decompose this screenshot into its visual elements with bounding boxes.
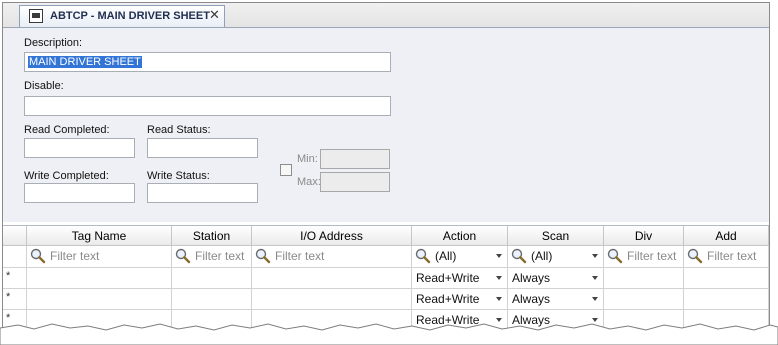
cell-io-address[interactable] [252, 289, 412, 310]
filter-tag-name[interactable]: Filter text [27, 246, 172, 268]
magnifier-icon [255, 248, 271, 264]
sheet-header-form: Description: MAIN DRIVER SHEET Disable: … [3, 28, 769, 222]
cell-scan[interactable]: Always [508, 289, 604, 310]
cell-div[interactable] [604, 289, 684, 310]
write-completed-field[interactable] [24, 183, 135, 203]
magnifier-icon [30, 248, 46, 264]
column-header-station[interactable]: Station [172, 226, 252, 246]
chevron-down-icon[interactable] [494, 270, 505, 286]
column-header-action[interactable]: Action [412, 226, 508, 246]
close-icon[interactable]: ✕ [209, 8, 220, 22]
write-status-label: Write Status: [147, 170, 210, 182]
magnifier-icon [415, 248, 431, 264]
tab-title: ABTCP - MAIN DRIVER SHEET [50, 10, 210, 22]
chevron-down-icon[interactable] [590, 291, 601, 307]
max-label: Max: [297, 176, 321, 188]
tab-main-driver-sheet[interactable]: ABTCP - MAIN DRIVER SHEET ✕ [19, 5, 225, 27]
filter-placeholder: Filter text [195, 249, 245, 263]
cell-tag-name[interactable] [27, 268, 172, 289]
action-value: Read+Write [416, 271, 480, 285]
filter-action[interactable]: (All) [412, 246, 508, 268]
chevron-down-icon[interactable] [590, 270, 601, 286]
filter-div[interactable]: Filter text [604, 246, 684, 268]
tag-grid: Tag Name Station I/O Address Action Scan… [3, 225, 769, 331]
read-status-label: Read Status: [147, 124, 211, 136]
filter-placeholder: Filter text [707, 249, 757, 263]
filter-scan[interactable]: (All) [508, 246, 604, 268]
torn-edge [0, 323, 778, 345]
disable-field[interactable] [24, 96, 391, 116]
row-selector[interactable]: * [3, 268, 27, 289]
new-row-marker: * [6, 291, 11, 303]
cell-tag-name[interactable] [27, 289, 172, 310]
row-header-corner [3, 226, 27, 246]
filter-placeholder: Filter text [627, 249, 677, 263]
new-row-marker: * [6, 270, 11, 282]
column-header-add[interactable]: Add [684, 226, 769, 246]
write-status-field[interactable] [147, 183, 258, 203]
magnifier-icon [607, 248, 623, 264]
cell-action[interactable]: Read+Write [412, 289, 508, 310]
row-selector[interactable]: * [3, 289, 27, 310]
read-completed-field[interactable] [24, 138, 135, 158]
cell-station[interactable] [172, 289, 252, 310]
cell-io-address[interactable] [252, 268, 412, 289]
action-value: Read+Write [416, 292, 480, 306]
write-completed-label: Write Completed: [24, 170, 109, 182]
filter-row-header [3, 246, 27, 268]
read-completed-label: Read Completed: [24, 124, 110, 136]
min-max-checkbox[interactable] [280, 164, 292, 176]
scan-filter-value: (All) [531, 249, 553, 263]
magnifier-icon [511, 248, 527, 264]
cell-add[interactable] [684, 268, 769, 289]
chevron-down-icon[interactable] [590, 248, 601, 264]
cell-action[interactable]: Read+Write [412, 268, 508, 289]
tab-strip: ABTCP - MAIN DRIVER SHEET ✕ [3, 3, 769, 28]
scan-value: Always [512, 271, 551, 285]
filter-station[interactable]: Filter text [172, 246, 252, 268]
column-header-io-address[interactable]: I/O Address [252, 226, 412, 246]
cell-station[interactable] [172, 268, 252, 289]
filter-io-address[interactable]: Filter text [252, 246, 412, 268]
driver-sheet-icon [29, 9, 43, 23]
min-field[interactable] [320, 149, 390, 169]
action-filter-value: (All) [435, 249, 457, 263]
description-label: Description: [24, 37, 83, 49]
filter-placeholder: Filter text [50, 249, 100, 263]
filter-placeholder: Filter text [275, 249, 325, 263]
magnifier-icon [175, 248, 191, 264]
magnifier-icon [687, 248, 703, 264]
column-header-div[interactable]: Div [604, 226, 684, 246]
description-field[interactable]: MAIN DRIVER SHEET [24, 52, 391, 72]
chevron-down-icon[interactable] [494, 291, 505, 307]
scan-value: Always [512, 292, 551, 306]
cell-add[interactable] [684, 289, 769, 310]
chevron-down-icon[interactable] [494, 248, 505, 264]
description-value: MAIN DRIVER SHEET [28, 56, 142, 68]
column-header-tag-name[interactable]: Tag Name [27, 226, 172, 246]
min-label: Min: [297, 153, 318, 165]
cell-div[interactable] [604, 268, 684, 289]
filter-add[interactable]: Filter text [684, 246, 769, 268]
driver-sheet-window: ABTCP - MAIN DRIVER SHEET ✕ Description:… [2, 2, 770, 332]
cell-scan[interactable]: Always [508, 268, 604, 289]
column-header-scan[interactable]: Scan [508, 226, 604, 246]
read-status-field[interactable] [147, 138, 258, 158]
disable-label: Disable: [24, 80, 64, 92]
max-field[interactable] [320, 172, 390, 192]
